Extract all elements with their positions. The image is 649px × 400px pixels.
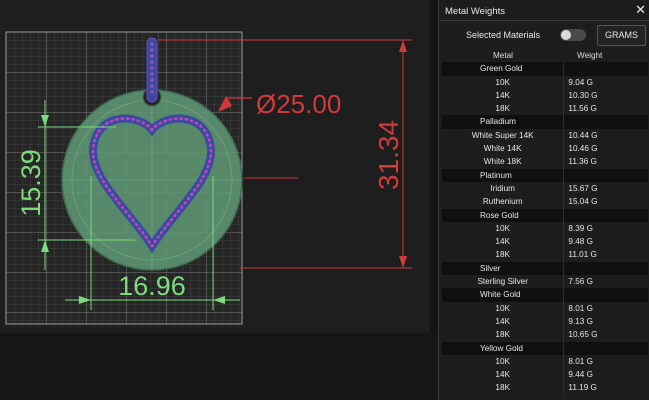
- group-row: Palladium: [442, 115, 648, 129]
- group-weight-cell: [563, 288, 648, 302]
- weight-cell: 9.13 G: [563, 314, 648, 329]
- table-row[interactable]: 10K 8.01 G: [442, 301, 648, 315]
- column-header-weight: Weight: [577, 51, 603, 60]
- metal-cell: 14K: [495, 370, 510, 380]
- table-row[interactable]: 14K 9.48 G: [442, 235, 648, 249]
- metal-cell: 10K: [495, 77, 510, 87]
- group-name: Silver: [480, 263, 501, 273]
- group-weight-cell: [563, 208, 648, 222]
- table-header: Metal Weight: [442, 49, 648, 63]
- group-name: Yellow Gold: [480, 343, 523, 353]
- close-icon[interactable]: ✕: [635, 3, 646, 17]
- group-row: Yellow Gold: [442, 341, 648, 355]
- table-row[interactable]: 10K 9.04 G: [442, 75, 648, 89]
- table-row[interactable]: 10K 8.39 G: [442, 221, 648, 236]
- group-row: Silver: [442, 261, 648, 276]
- group-row: Rose Gold: [442, 208, 648, 222]
- weight-cell: 9.44 G: [563, 368, 648, 382]
- metal-cell: 10K: [495, 356, 510, 366]
- units-button[interactable]: GRAMS: [597, 25, 646, 46]
- metal-cell: White 14K: [483, 144, 522, 154]
- weight-cell: 11.56 G: [563, 102, 648, 116]
- group-weight-cell: [563, 62, 648, 76]
- group-name: Rose Gold: [480, 210, 519, 220]
- panel-title: Metal Weights: [445, 6, 506, 17]
- column-header-metal: Metal: [492, 51, 514, 60]
- group-name: Green Gold: [480, 64, 523, 74]
- viewport-footer: [0, 333, 438, 400]
- dimension-heart-height-label: 15.39: [16, 149, 46, 217]
- metal-cell: 10K: [495, 303, 510, 313]
- selected-materials-toggle[interactable]: [560, 29, 586, 41]
- group-name: Platinum: [480, 170, 512, 180]
- weight-cell: 8.01 G: [563, 354, 648, 369]
- table-row[interactable]: White 18K 11.36 G: [442, 155, 648, 169]
- weight-cell: 10.65 G: [563, 328, 648, 342]
- table-row[interactable]: Sterling Silver 7.56 G: [442, 275, 648, 289]
- group-row: Platinum: [442, 168, 648, 182]
- selected-materials-label: Selected Materials: [466, 30, 541, 40]
- metal-cell: 18K: [495, 383, 510, 393]
- group-row: Green Gold: [442, 62, 648, 76]
- weight-cell: 8.39 G: [563, 221, 648, 236]
- metal-cell: 18K: [495, 330, 510, 340]
- dimension-heart-width-label: 16.96: [118, 271, 186, 301]
- toggle-knob: [561, 30, 571, 40]
- weight-cell: 15.67 G: [563, 181, 648, 196]
- table-row[interactable]: Ruthenium 15.04 G: [442, 195, 648, 209]
- group-name: Palladium: [480, 117, 516, 127]
- table-row[interactable]: 18K 11.19 G: [442, 381, 648, 395]
- weight-cell: 9.48 G: [563, 235, 648, 249]
- table-row[interactable]: White Super 14K 10.44 G: [442, 128, 648, 143]
- metal-cell: Iridium: [490, 183, 515, 193]
- metal-cell: White Super 14K: [471, 130, 534, 140]
- weight-cell: 7.56 G: [563, 275, 648, 289]
- group-name: White Gold: [480, 290, 521, 300]
- table-row[interactable]: 14K 9.13 G: [442, 314, 648, 329]
- dimension-diameter-label: Ø25.00: [256, 89, 341, 119]
- table-row[interactable]: 14K 10.30 G: [442, 88, 648, 103]
- table-row[interactable]: 18K 11.01 G: [442, 248, 648, 262]
- weight-cell: 9.04 G: [563, 75, 648, 89]
- weight-cell: 10.44 G: [563, 128, 648, 143]
- group-weight-cell: [563, 341, 648, 355]
- metal-weights-panel: Metal Weights ✕ Selected Materials GRAMS…: [438, 0, 649, 400]
- metal-cell: 18K: [495, 250, 510, 260]
- weight-cell: 10.30 G: [563, 88, 648, 103]
- table-row[interactable]: 14K 9.44 G: [442, 368, 648, 382]
- metal-weights-table: Metal Weight Green Gold 10K 9.04 G 14K 10.30…: [442, 49, 648, 395]
- viewport-canvas[interactable]: 31.34 Ø25.00 15.39 16.96: [0, 0, 430, 333]
- metal-cell: White 18K: [483, 157, 522, 167]
- group-row: White Gold: [442, 288, 648, 302]
- dimension-height-label: 31.34: [373, 120, 404, 190]
- table-row[interactable]: 10K 8.01 G: [442, 354, 648, 369]
- metal-cell: Sterling Silver: [477, 277, 528, 287]
- metal-cell: 14K: [495, 316, 510, 326]
- weight-cell: 10.46 G: [563, 142, 648, 156]
- metal-cell: 14K: [495, 237, 510, 247]
- panel-divider: [439, 20, 649, 21]
- group-weight-cell: [563, 168, 648, 182]
- weight-cell: 11.19 G: [563, 381, 648, 395]
- weight-cell: 8.01 G: [563, 301, 648, 315]
- weight-cell: 11.36 G: [563, 155, 648, 169]
- metal-cell: Ruthenium: [482, 197, 523, 207]
- metal-cell: 18K: [495, 104, 510, 114]
- table-row[interactable]: White 14K 10.46 G: [442, 142, 648, 156]
- table-row[interactable]: Iridium 15.67 G: [442, 181, 648, 196]
- weight-cell: 11.01 G: [563, 248, 648, 262]
- metal-cell: 10K: [495, 223, 510, 233]
- metal-cell: 14K: [495, 90, 510, 100]
- table-row[interactable]: 18K 10.65 G: [442, 328, 648, 342]
- group-weight-cell: [563, 115, 648, 129]
- group-weight-cell: [563, 261, 648, 276]
- weight-cell: 15.04 G: [563, 195, 648, 209]
- table-row[interactable]: 18K 11.56 G: [442, 102, 648, 116]
- 3d-viewport[interactable]: 31.34 Ø25.00 15.39 16.96: [0, 0, 430, 333]
